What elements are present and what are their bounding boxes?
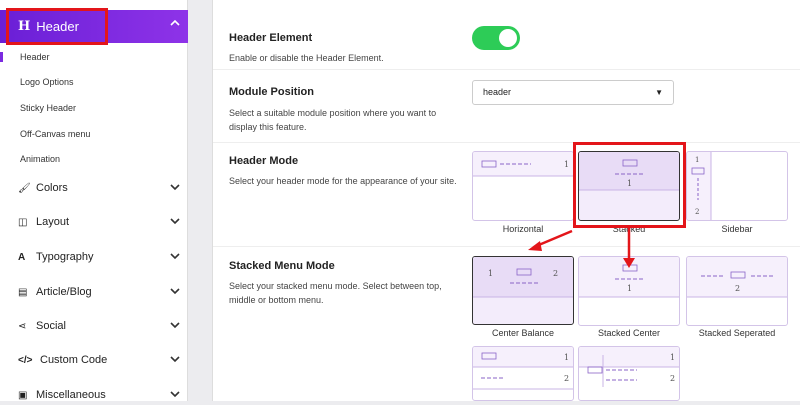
sidebar-item-label: Typography xyxy=(36,251,94,263)
svg-text:1: 1 xyxy=(627,284,632,293)
sidebar-item-social[interactable]: ⋖ Social xyxy=(0,316,188,336)
sidebar-item-label: Layout xyxy=(36,216,70,228)
annotation-arrows xyxy=(528,228,635,268)
chevron-down-icon xyxy=(170,184,180,191)
svg-text:1: 1 xyxy=(670,353,675,362)
svg-text:2: 2 xyxy=(670,374,675,383)
sidebar-layout-icon: 1 2 xyxy=(687,152,712,220)
sidebar-item-colors[interactable]: 🖌 Colors xyxy=(0,178,188,198)
sidebar-subitem-logo-options[interactable]: Logo Options xyxy=(0,77,188,87)
sidebar-item-custom-code[interactable]: </> Custom Code xyxy=(0,350,188,370)
row-description: Enable or disable the Header Element. xyxy=(229,53,384,63)
chevron-down-icon xyxy=(170,391,180,398)
sidebar-item-label: Custom Code xyxy=(40,354,108,366)
brush-icon: 🖌 xyxy=(18,182,31,194)
svg-text:2: 2 xyxy=(695,208,699,216)
header-element-row: Header Element Enable or disable the Hea… xyxy=(213,0,800,70)
sidebar-item-label: Article/Blog xyxy=(36,286,92,298)
caret-down-icon: ▼ xyxy=(655,88,663,97)
header-mode-sidebar-label: Sidebar xyxy=(721,224,753,234)
stacked-layout-icon: 1 2 xyxy=(579,347,679,387)
sidebar-subitem-header[interactable]: Header xyxy=(0,52,188,62)
sidebar-item-article-blog[interactable]: ▤ Article/Blog xyxy=(0,282,188,302)
sidebar-subitem-off-canvas-menu[interactable]: Off-Canvas menu xyxy=(0,129,188,139)
chevron-down-icon xyxy=(170,218,180,225)
stacked-mode-stacked-seperated-card[interactable]: 2 xyxy=(686,256,788,326)
article-icon: ▤ xyxy=(18,286,28,298)
row-title: Module Position xyxy=(229,86,314,98)
typography-icon: A xyxy=(18,251,26,263)
header-element-toggle[interactable] xyxy=(472,26,520,50)
sidebar-item-typography[interactable]: A Typography xyxy=(0,247,188,267)
highlight-box-header xyxy=(6,8,108,45)
svg-text:1: 1 xyxy=(488,269,493,278)
chevron-down-icon xyxy=(170,356,180,363)
stacked-mode-stacked-seperated-label: Stacked Seperated xyxy=(698,328,776,338)
stacked-mode-center-balance-label: Center Balance xyxy=(491,328,555,338)
row-description: Select your stacked menu mode. Select be… xyxy=(229,281,442,305)
row-title: Stacked Menu Mode xyxy=(229,260,335,272)
sidebar-item-label: Social xyxy=(36,320,66,332)
stacked-layout-icon: 1 2 xyxy=(473,347,573,390)
chevron-down-icon xyxy=(170,253,180,260)
module-position-row: Module Position Select a suitable module… xyxy=(213,70,800,143)
sidebar-subitem-animation[interactable]: Animation xyxy=(0,154,188,164)
row-description: Select your header mode for the appearan… xyxy=(229,176,457,186)
sidebar-subitem-sticky-header[interactable]: Sticky Header xyxy=(0,103,188,113)
svg-text:2: 2 xyxy=(564,374,569,383)
module-position-select[interactable]: header ▼ xyxy=(472,80,674,105)
svg-text:2: 2 xyxy=(735,284,740,293)
row-title: Header Element xyxy=(229,32,313,44)
svg-text:1: 1 xyxy=(695,156,699,164)
chevron-down-icon xyxy=(170,322,180,329)
stacked-mode-stacked-center-label: Stacked Center xyxy=(597,328,661,338)
share-icon: ⋖ xyxy=(18,320,27,332)
sidebar-item-miscellaneous[interactable]: ▣ Miscellaneous xyxy=(0,385,188,405)
chevron-up-icon xyxy=(170,19,180,26)
svg-text:1: 1 xyxy=(564,160,569,169)
horizontal-layout-icon: 1 xyxy=(473,152,573,177)
svg-text:1: 1 xyxy=(564,353,569,362)
row-title: Header Mode xyxy=(229,155,299,167)
stacked-mode-option-card[interactable]: 1 2 xyxy=(472,346,574,401)
highlight-box-stacked xyxy=(573,142,686,228)
sidebar-item-label: Colors xyxy=(36,182,68,194)
chevron-down-icon xyxy=(170,288,180,295)
sidebar-item-label: Miscellaneous xyxy=(36,389,106,401)
gutter xyxy=(188,0,212,401)
stacked-mode-option-card[interactable]: 1 2 xyxy=(578,346,680,401)
sidebar: H Header Header Logo Options Sticky Head… xyxy=(0,0,188,401)
code-icon: </> xyxy=(18,354,33,366)
select-value: header xyxy=(483,87,512,97)
sidebar-item-layout[interactable]: ◫ Layout xyxy=(0,212,188,232)
stacked-seperated-layout-icon: 2 xyxy=(687,257,787,298)
header-mode-horizontal-card[interactable]: 1 xyxy=(472,151,574,221)
row-description: Select a suitable module position where … xyxy=(229,108,437,132)
toggle-knob xyxy=(499,29,517,47)
layout-icon: ◫ xyxy=(18,216,28,228)
header-mode-sidebar-card[interactable]: 1 2 xyxy=(686,151,788,221)
misc-icon: ▣ xyxy=(18,389,28,401)
